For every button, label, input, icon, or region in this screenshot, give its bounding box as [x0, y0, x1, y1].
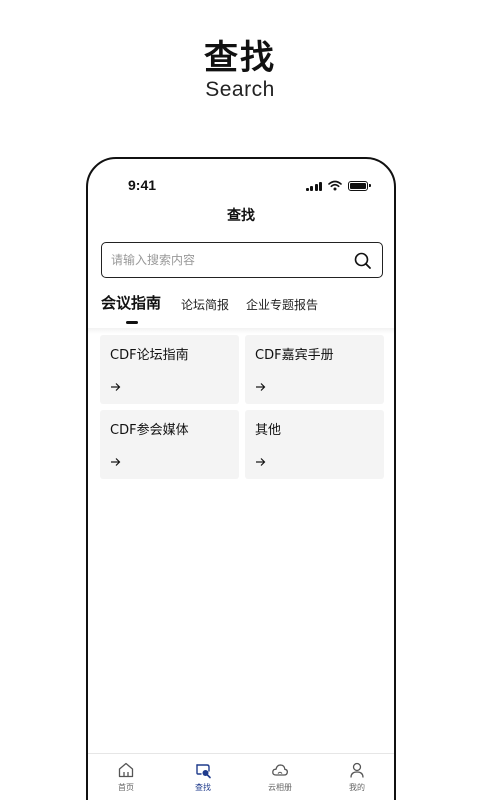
home-icon: [118, 762, 134, 778]
arrow-right-icon: [111, 458, 121, 466]
search-input[interactable]: [111, 243, 341, 276]
active-tab-indicator: [126, 321, 138, 324]
card-title: CDF嘉宾手册: [255, 348, 334, 363]
promo-subtitle: Search: [205, 78, 275, 101]
tab-meeting-guide[interactable]: 会议指南: [101, 292, 161, 313]
bottom-nav: 首页 查找 云相册 我的: [88, 753, 394, 800]
cloud-icon: [272, 764, 288, 776]
arrow-right-icon: [256, 458, 266, 466]
phone-frame: 9:41 查找 会议指南 论坛简报 企业专题报告 CDF论坛指南: [86, 157, 396, 800]
promo-title: 查找: [204, 38, 276, 78]
card-title: CDF参会媒体: [110, 423, 189, 438]
nav-cloud-album[interactable]: 云相册: [255, 761, 305, 793]
tab-enterprise-reports[interactable]: 企业专题报告: [246, 296, 318, 313]
status-icons: [305, 180, 371, 191]
nav-home[interactable]: 首页: [101, 761, 151, 793]
card-forum-guide[interactable]: CDF论坛指南: [100, 335, 239, 404]
card-title: CDF论坛指南: [110, 348, 189, 363]
tab-forum-briefing[interactable]: 论坛简报: [181, 296, 229, 313]
card-guest-handbook[interactable]: CDF嘉宾手册: [245, 335, 384, 404]
user-icon: [350, 762, 364, 778]
arrow-right-icon: [256, 383, 266, 391]
search-icon[interactable]: [354, 252, 372, 270]
battery-icon: [348, 180, 371, 191]
search-box[interactable]: [101, 242, 383, 278]
find-icon: [196, 764, 211, 779]
nav-home-label: 首页: [118, 783, 134, 792]
nav-cloud-album-label: 云相册: [268, 783, 292, 792]
nav-find-label: 查找: [195, 783, 211, 792]
nav-mine-label: 我的: [349, 783, 365, 792]
card-other[interactable]: 其他: [245, 410, 384, 479]
wifi-icon: [328, 180, 342, 191]
nav-mine[interactable]: 我的: [332, 761, 382, 793]
nav-find[interactable]: 查找: [178, 761, 228, 793]
card-title: 其他: [255, 423, 282, 438]
tabs-divider: [88, 328, 394, 334]
arrow-right-icon: [111, 383, 121, 391]
page-title: 查找: [227, 208, 255, 224]
tab-bar: 会议指南 论坛简报 企业专题报告: [101, 292, 381, 328]
signal-icon: [305, 181, 322, 191]
card-grid: CDF论坛指南 CDF嘉宾手册 CDF参会媒体 其他: [100, 335, 384, 479]
card-media[interactable]: CDF参会媒体: [100, 410, 239, 479]
status-time: 9:41: [128, 177, 157, 193]
status-bar: 9:41: [88, 177, 394, 197]
